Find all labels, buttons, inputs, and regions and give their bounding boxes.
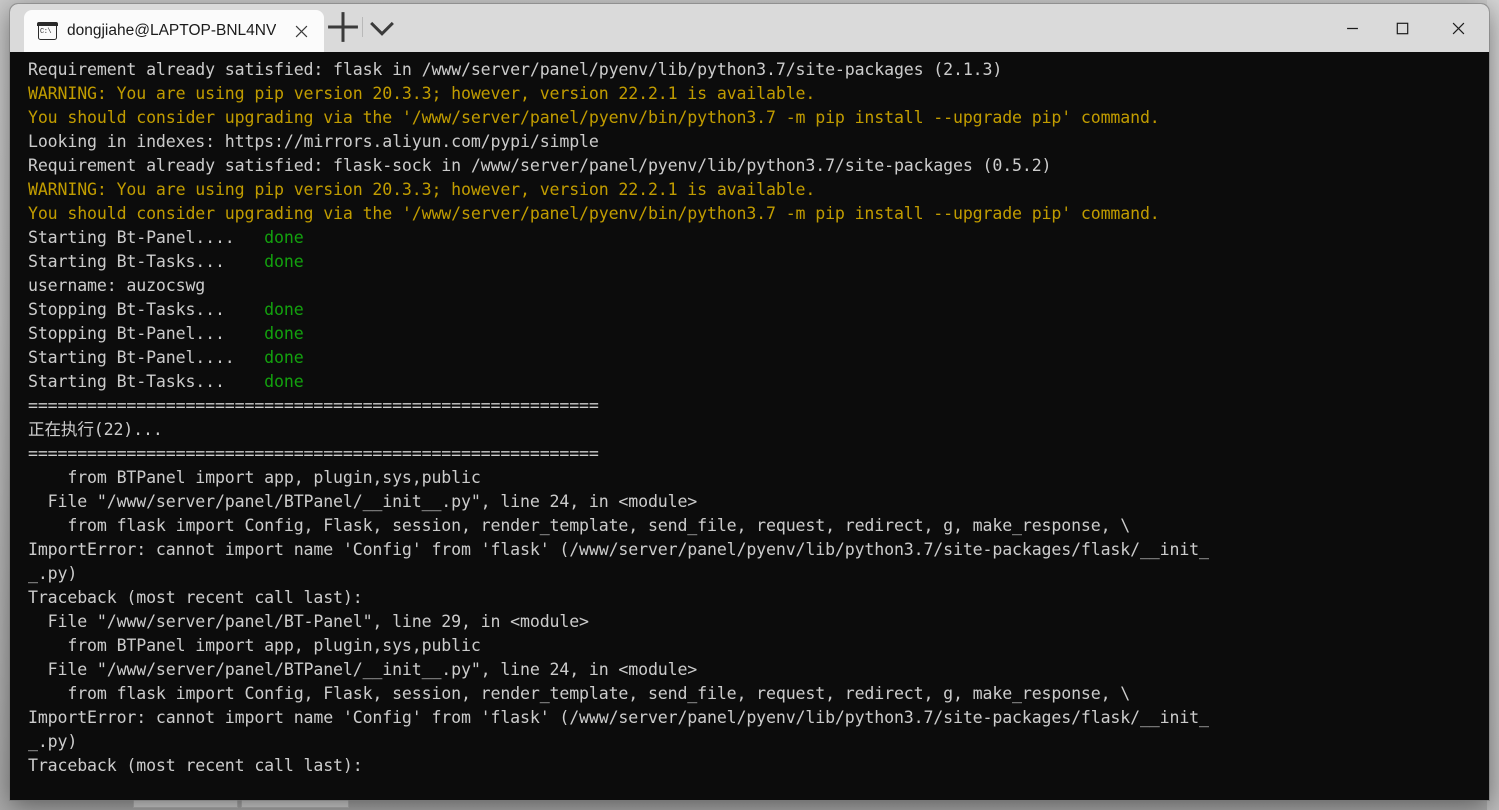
- tab-actions: [324, 4, 401, 52]
- console-line-text: ImportError: cannot import name 'Config'…: [28, 540, 1209, 559]
- console-line-text: You should consider upgrading via the '/…: [28, 108, 1160, 127]
- console-line: Starting Bt-Panel.... done: [28, 346, 1489, 370]
- console-line: You should consider upgrading via the '/…: [28, 106, 1489, 130]
- console-line: File "/www/server/panel/BTPanel/__init__…: [28, 490, 1489, 514]
- console-line-status: done: [264, 300, 304, 319]
- console-line: from BTPanel import app, plugin,sys,publ…: [28, 466, 1489, 490]
- console-line: from flask import Config, Flask, session…: [28, 514, 1489, 538]
- console-line-text: Looking in indexes: https://mirrors.aliy…: [28, 132, 599, 151]
- terminal-output-pane[interactable]: Requirement already satisfied: flask in …: [10, 52, 1489, 800]
- console-line: Requirement already satisfied: flask-soc…: [28, 154, 1489, 178]
- title-bar[interactable]: dongjiahe@LAPTOP-BNL4NV: [10, 4, 1489, 52]
- console-line: Starting Bt-Tasks... done: [28, 250, 1489, 274]
- console-line: Traceback (most recent call last):: [28, 754, 1489, 778]
- console-line: 正在执行(22)...: [28, 418, 1489, 442]
- console-line: Requirement already satisfied: flask in …: [28, 58, 1489, 82]
- console-line: Starting Bt-Tasks... done: [28, 370, 1489, 394]
- console-line: _.py): [28, 562, 1489, 586]
- console-line: File "/www/server/panel/BT-Panel", line …: [28, 610, 1489, 634]
- new-tab-button[interactable]: [324, 8, 362, 46]
- console-line: username: auzocswg: [28, 274, 1489, 298]
- console-line: ImportError: cannot import name 'Config'…: [28, 538, 1489, 562]
- console-line-text: Starting Bt-Tasks...: [28, 372, 265, 391]
- console-line: Stopping Bt-Panel... done: [28, 322, 1489, 346]
- console-line: File "/www/server/panel/BTPanel/__init__…: [28, 658, 1489, 682]
- console-line: ========================================…: [28, 394, 1489, 418]
- console-line: ImportError: cannot import name 'Config'…: [28, 706, 1489, 730]
- console-line-text: You should consider upgrading via the '/…: [28, 204, 1160, 223]
- console-line: Traceback (most recent call last):: [28, 586, 1489, 610]
- console-line-text: Requirement already satisfied: flask-soc…: [28, 156, 1052, 175]
- console-line-text: Starting Bt-Panel....: [28, 228, 265, 247]
- console-line-text: Stopping Bt-Panel...: [28, 324, 265, 343]
- console-line-text: Traceback (most recent call last):: [28, 588, 363, 607]
- console-line-status: done: [264, 348, 304, 367]
- console-line-text: Requirement already satisfied: flask in …: [28, 60, 1003, 79]
- console-line-text: from flask import Config, Flask, session…: [28, 516, 1131, 535]
- console-line-text: from BTPanel import app, plugin,sys,publ…: [28, 636, 481, 655]
- terminal-window: dongjiahe@LAPTOP-BNL4NV: [10, 4, 1489, 800]
- console-line: Stopping Bt-Tasks... done: [28, 298, 1489, 322]
- console-line-text: Stopping Bt-Tasks...: [28, 300, 265, 319]
- console-line-text: ========================================…: [28, 396, 599, 415]
- console-line: from BTPanel import app, plugin,sys,publ…: [28, 634, 1489, 658]
- tab-strip: dongjiahe@LAPTOP-BNL4NV: [10, 4, 325, 52]
- maximize-button[interactable]: [1377, 4, 1427, 52]
- console-line-text: ImportError: cannot import name 'Config'…: [28, 708, 1209, 727]
- console-line-text: File "/www/server/panel/BT-Panel", line …: [28, 612, 589, 631]
- console-line-text: Starting Bt-Panel....: [28, 348, 265, 367]
- console-line: Looking in indexes: https://mirrors.aliy…: [28, 130, 1489, 154]
- console-line: _.py): [28, 730, 1489, 754]
- console-line-text: username: auzocswg: [28, 276, 206, 295]
- console-line: ========================================…: [28, 442, 1489, 466]
- command-prompt-icon: [37, 21, 58, 40]
- console-line-text: File "/www/server/panel/BTPanel/__init__…: [28, 492, 698, 511]
- console-line-text: Traceback (most recent call last):: [28, 756, 363, 775]
- console-line-text: from flask import Config, Flask, session…: [28, 684, 1131, 703]
- console-line-text: WARNING: You are using pip version 20.3.…: [28, 84, 816, 103]
- window-controls: [1327, 4, 1489, 52]
- console-line: Starting Bt-Panel.... done: [28, 226, 1489, 250]
- console-line-text: File "/www/server/panel/BTPanel/__init__…: [28, 660, 698, 679]
- console-line: You should consider upgrading via the '/…: [28, 202, 1489, 226]
- console-text: Requirement already satisfied: flask in …: [28, 58, 1489, 778]
- console-line-status: done: [264, 372, 304, 391]
- console-line-text: WARNING: You are using pip version 20.3.…: [28, 180, 816, 199]
- console-line: WARNING: You are using pip version 20.3.…: [28, 82, 1489, 106]
- chevron-down-icon[interactable]: [363, 8, 401, 46]
- console-line-text: from BTPanel import app, plugin,sys,publ…: [28, 468, 481, 487]
- terminal-tab[interactable]: dongjiahe@LAPTOP-BNL4NV: [24, 10, 325, 52]
- console-line-status: done: [264, 252, 304, 271]
- console-line-text: Starting Bt-Tasks...: [28, 252, 265, 271]
- minimize-button[interactable]: [1327, 4, 1377, 52]
- close-window-button[interactable]: [1427, 4, 1489, 52]
- console-line-text: ========================================…: [28, 444, 599, 463]
- console-line-text: _.py): [28, 564, 78, 583]
- console-line-status: done: [264, 228, 304, 247]
- tab-title: dongjiahe@LAPTOP-BNL4NV: [67, 22, 277, 39]
- console-line: WARNING: You are using pip version 20.3.…: [28, 178, 1489, 202]
- console-line-status: done: [264, 324, 304, 343]
- console-line-text: _.py): [28, 732, 78, 751]
- console-line-text: 正在执行(22)...: [28, 420, 163, 439]
- close-tab-icon[interactable]: [286, 16, 316, 46]
- console-line: from flask import Config, Flask, session…: [28, 682, 1489, 706]
